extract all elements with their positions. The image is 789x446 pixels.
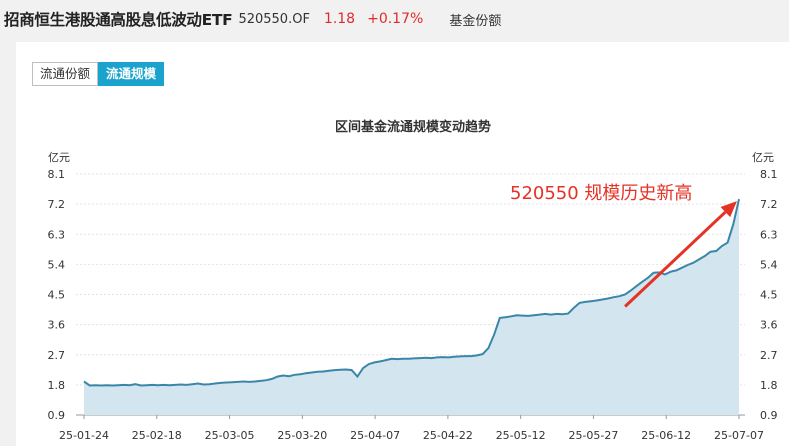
y-tick-left: 4.5 [48,289,66,302]
y-tick-right: 5.4 [760,258,778,271]
y-tick-right: 3.6 [760,319,778,332]
x-tick-label: 25-05-12 [496,429,546,442]
y-tick-left: 7.2 [48,198,66,211]
y-tick-left: 8.1 [48,168,66,181]
x-tick-label: 25-07-07 [714,429,764,442]
x-tick-label: 25-05-27 [568,429,618,442]
scale-trend-chart: 区间基金流通规模变动趋势 亿元 亿元 0.9 0.9 1.8 1.8 2.7 2.7 3.6… [48,119,778,442]
y-tick-right: 1.8 [760,379,778,392]
y-tick-left: 0.9 [48,409,66,422]
chart-title: 区间基金流通规模变动趋势 [335,119,491,135]
y-tick-right: 4.5 [760,289,778,302]
x-tick-label: 25-03-20 [277,429,327,442]
y-tick-right: 2.7 [760,349,778,362]
y-tick-right: 8.1 [760,168,778,181]
y-unit-left: 亿元 [48,151,70,164]
annotation-text: 520550 规模历史新高 [510,183,692,204]
y-unit-right: 亿元 [752,151,774,164]
y-tick-left: 1.8 [48,379,66,392]
scale-area [84,199,739,415]
x-tick-label: 25-04-22 [423,429,473,442]
y-tick-left: 2.7 [48,349,66,362]
x-tick-label: 25-04-07 [350,429,400,442]
x-tick-label: 25-06-12 [641,429,691,442]
y-tick-right: 0.9 [760,409,778,422]
y-tick-left: 6.3 [48,228,66,241]
x-axis-ticks: 25-01-24 25-02-18 25-03-05 25-03-20 25-04-07… [59,415,764,442]
x-tick-label: 25-01-24 [59,429,109,442]
y-tick-right: 6.3 [760,228,778,241]
y-tick-left: 3.6 [48,319,66,332]
y-tick-left: 5.4 [48,258,66,271]
x-tick-label: 25-03-05 [205,429,255,442]
x-tick-label: 25-02-18 [132,429,182,442]
y-tick-right: 7.2 [760,198,778,211]
